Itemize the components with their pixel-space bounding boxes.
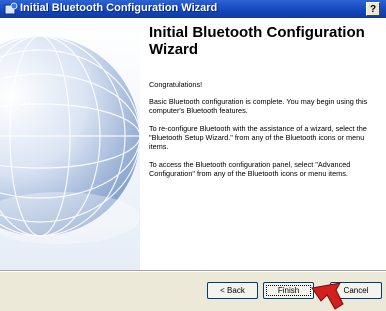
congrats-text: Congratulations! [149, 80, 203, 89]
footer-separator [0, 270, 386, 272]
wizard-content: Initial Bluetooth Configuration Wizard C… [0, 18, 386, 270]
title-bar[interactable]: Initial Bluetooth Configuration Wizard ? [0, 0, 386, 18]
red-arrow-pointer-icon [311, 282, 344, 310]
help-button[interactable]: ? [366, 2, 380, 16]
complete-text: Basic Bluetooth configuration is complet… [149, 97, 368, 116]
wizard-window: Initial Bluetooth Configuration Wizard ? [0, 0, 386, 311]
finish-button[interactable]: Finish [263, 282, 314, 299]
back-button[interactable]: < Back [207, 282, 258, 299]
window-title: Initial Bluetooth Configuration Wizard [20, 2, 218, 14]
wizard-heading: Initial Bluetooth Configuration Wizard [149, 24, 365, 58]
advanced-config-text: To access the Bluetooth configuration pa… [149, 160, 351, 179]
reconfigure-text: To re-configure Bluetooth with the assis… [149, 124, 367, 152]
globe-art [0, 18, 140, 270]
bluetooth-wizard-icon [4, 2, 18, 15]
